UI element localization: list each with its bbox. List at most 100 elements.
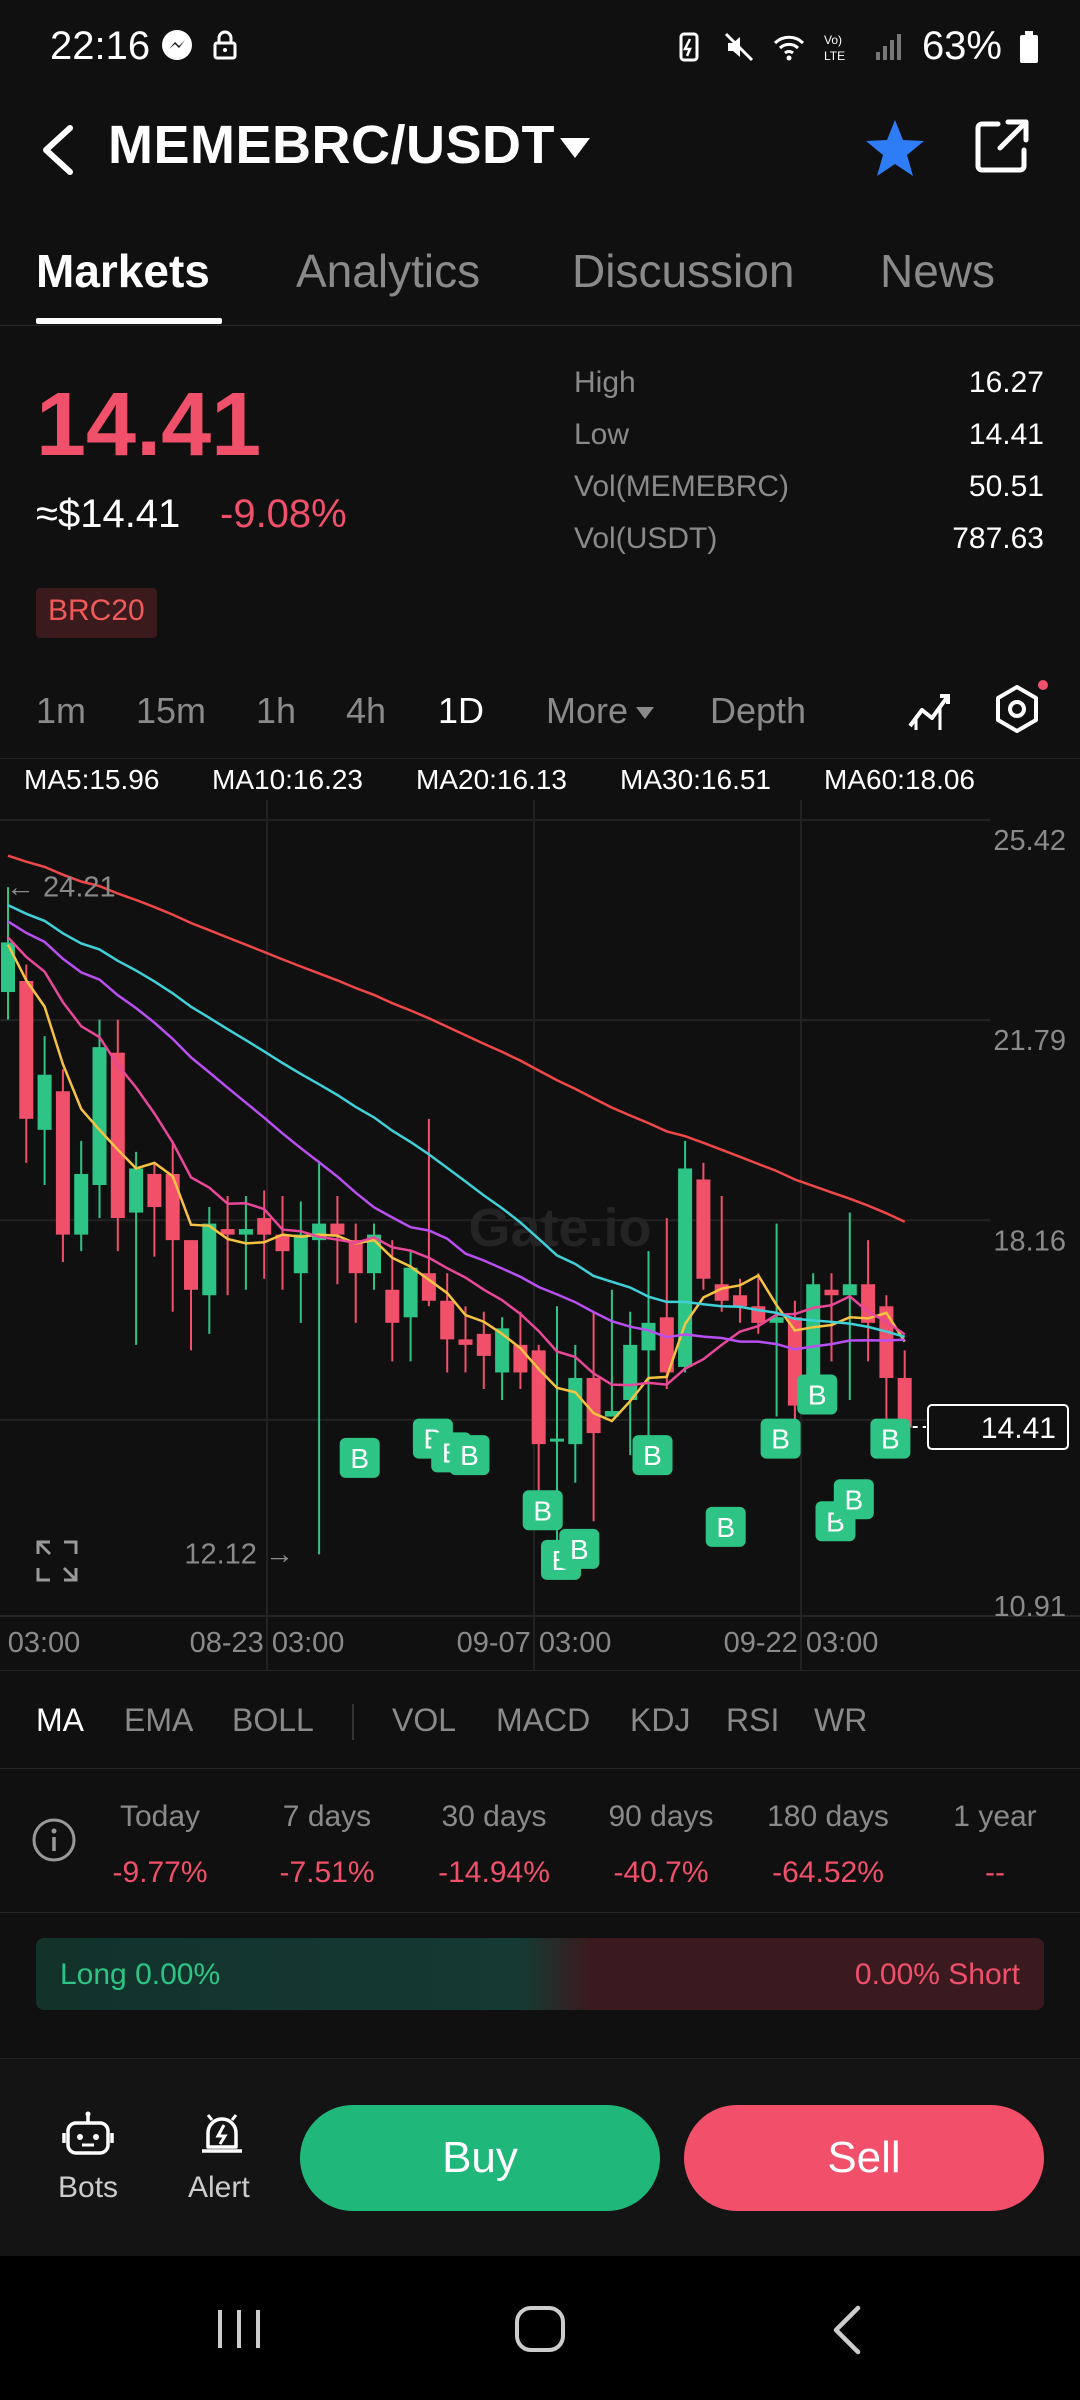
ma30-value: MA30:16.51 <box>620 764 771 795</box>
indicator-bar: MA EMA BOLL VOL MACD KDJ RSI WR <box>0 1696 1080 1752</box>
buy-marker-label: B <box>716 1512 735 1543</box>
indicator-boll[interactable]: BOLL <box>232 1702 314 1739</box>
battery-saver-icon <box>679 32 699 61</box>
chart-settings-icon[interactable] <box>992 684 1042 734</box>
svg-text:Vo): Vo) <box>824 33 842 47</box>
indicator-kdj[interactable]: KDJ <box>630 1702 690 1739</box>
indicator-ema[interactable]: EMA <box>124 1702 193 1739</box>
interval-1d[interactable]: 1D <box>438 690 484 732</box>
bottom-action-bar: Bots Alert Buy Sell <box>0 2058 1080 2256</box>
candle-body <box>385 1289 400 1323</box>
x-tick-label: 03:00 <box>8 1627 81 1659</box>
buy-button[interactable]: Buy <box>300 2105 660 2211</box>
candle-body <box>824 1289 839 1296</box>
tab-markets[interactable]: Markets <box>36 244 210 298</box>
candle-body <box>733 1295 747 1307</box>
buy-marker-label: B <box>533 1495 552 1526</box>
ma-line-20 <box>7 920 905 1351</box>
fullscreen-icon[interactable] <box>36 1540 78 1582</box>
status-left-icons <box>160 28 242 62</box>
indicator-wr[interactable]: WR <box>814 1702 867 1739</box>
tab-news[interactable]: News <box>880 244 995 298</box>
pair-title[interactable]: MEMEBRC/USDT <box>108 114 555 176</box>
x-tick-label: 09-22 03:00 <box>724 1627 879 1659</box>
divider <box>0 758 1080 759</box>
header: MEMEBRC/USDT <box>0 100 1080 200</box>
status-right: Vo) LTE 63% <box>672 24 1040 69</box>
wifi-icon <box>773 35 804 60</box>
bots-label[interactable]: Bots <box>58 2171 118 2205</box>
home-icon[interactable] <box>512 2304 568 2354</box>
brc20-tag[interactable]: BRC20 <box>36 588 157 638</box>
candle-body <box>147 1173 162 1208</box>
lock-icon <box>213 30 237 60</box>
candle-body <box>623 1344 638 1401</box>
alert-label[interactable]: Alert <box>188 2171 250 2205</box>
interval-more[interactable]: More <box>546 690 656 732</box>
indicator-separator <box>352 1704 354 1740</box>
y-tick-label: 18.16 <box>993 1225 1066 1257</box>
indicator-rsi[interactable]: RSI <box>726 1702 779 1739</box>
bots-icon[interactable] <box>62 2111 114 2159</box>
candle-body <box>842 1284 857 1296</box>
candle-body <box>293 1234 308 1274</box>
candle-body <box>202 1223 217 1296</box>
interval-1h[interactable]: 1h <box>256 690 296 732</box>
svg-text:LTE: LTE <box>824 49 845 63</box>
candlestick-chart[interactable]: Gate.io BBBBBBBBBBBBBB 14.4125.4221.7918… <box>0 800 1080 1670</box>
back-arrow-icon[interactable] <box>34 122 84 178</box>
alert-icon[interactable] <box>198 2111 246 2159</box>
depth-tab[interactable]: Depth <box>710 690 806 732</box>
candle-body <box>1 942 15 993</box>
last-price-label: 14.41 <box>981 1412 1056 1445</box>
candle-body <box>550 1438 564 1442</box>
candle-body <box>879 1306 894 1378</box>
info-icon[interactable] <box>30 1816 78 1864</box>
active-tab-indicator <box>36 318 222 324</box>
candle-body <box>165 1173 180 1241</box>
ma60-value: MA60:18.06 <box>824 764 975 795</box>
divider <box>0 1670 1080 1671</box>
usd-price: ≈$14.41 <box>36 492 181 536</box>
buy-marker-label: B <box>844 1484 863 1515</box>
pair-dropdown-icon[interactable] <box>558 134 592 164</box>
sell-button[interactable]: Sell <box>684 2105 1044 2211</box>
interval-1m[interactable]: 1m <box>36 690 86 732</box>
battery-icon <box>1020 30 1038 63</box>
candle-body <box>641 1322 656 1351</box>
candle-body <box>568 1377 583 1445</box>
chart-style-icon[interactable] <box>906 686 954 734</box>
ma5-value: MA5:15.96 <box>24 764 160 795</box>
stat-value: 787.63 <box>952 522 1044 555</box>
interval-15m[interactable]: 15m <box>136 690 206 732</box>
buy-marker-label: B <box>881 1424 900 1455</box>
ma-line-10 <box>7 936 906 1387</box>
candle-body <box>55 1091 70 1235</box>
indicator-vol[interactable]: VOL <box>392 1702 456 1739</box>
perf-today: Today -9.77% <box>85 1800 235 1890</box>
low-marker: 12.12 → <box>184 1538 294 1570</box>
buy-marker-label: B <box>570 1534 589 1565</box>
tab-analytics[interactable]: Analytics <box>296 244 480 298</box>
ma10-value: MA10:16.23 <box>212 764 363 795</box>
buy-marker-label: B <box>350 1443 369 1474</box>
candle-body <box>440 1300 455 1340</box>
tab-discussion[interactable]: Discussion <box>572 244 794 298</box>
buy-marker-label: B <box>771 1424 790 1455</box>
indicator-ma[interactable]: MA <box>36 1702 84 1739</box>
recent-apps-icon[interactable] <box>214 2306 264 2352</box>
share-icon[interactable] <box>972 116 1032 176</box>
candle-body <box>238 1229 253 1235</box>
favorite-star-icon[interactable] <box>862 116 928 182</box>
divider <box>0 1912 1080 1913</box>
candle-body <box>696 1179 711 1279</box>
system-nav-bar <box>0 2256 1080 2400</box>
candle-body <box>586 1377 601 1434</box>
interval-4h[interactable]: 4h <box>346 690 386 732</box>
last-price: 14.41 <box>36 375 262 475</box>
perf-30-days: 30 days -14.94% <box>419 1800 569 1890</box>
y-tick-label: 21.79 <box>993 1025 1066 1057</box>
indicator-macd[interactable]: MACD <box>496 1702 590 1739</box>
perf-value: -14.94% <box>438 1856 550 1889</box>
system-back-icon[interactable] <box>826 2304 866 2356</box>
